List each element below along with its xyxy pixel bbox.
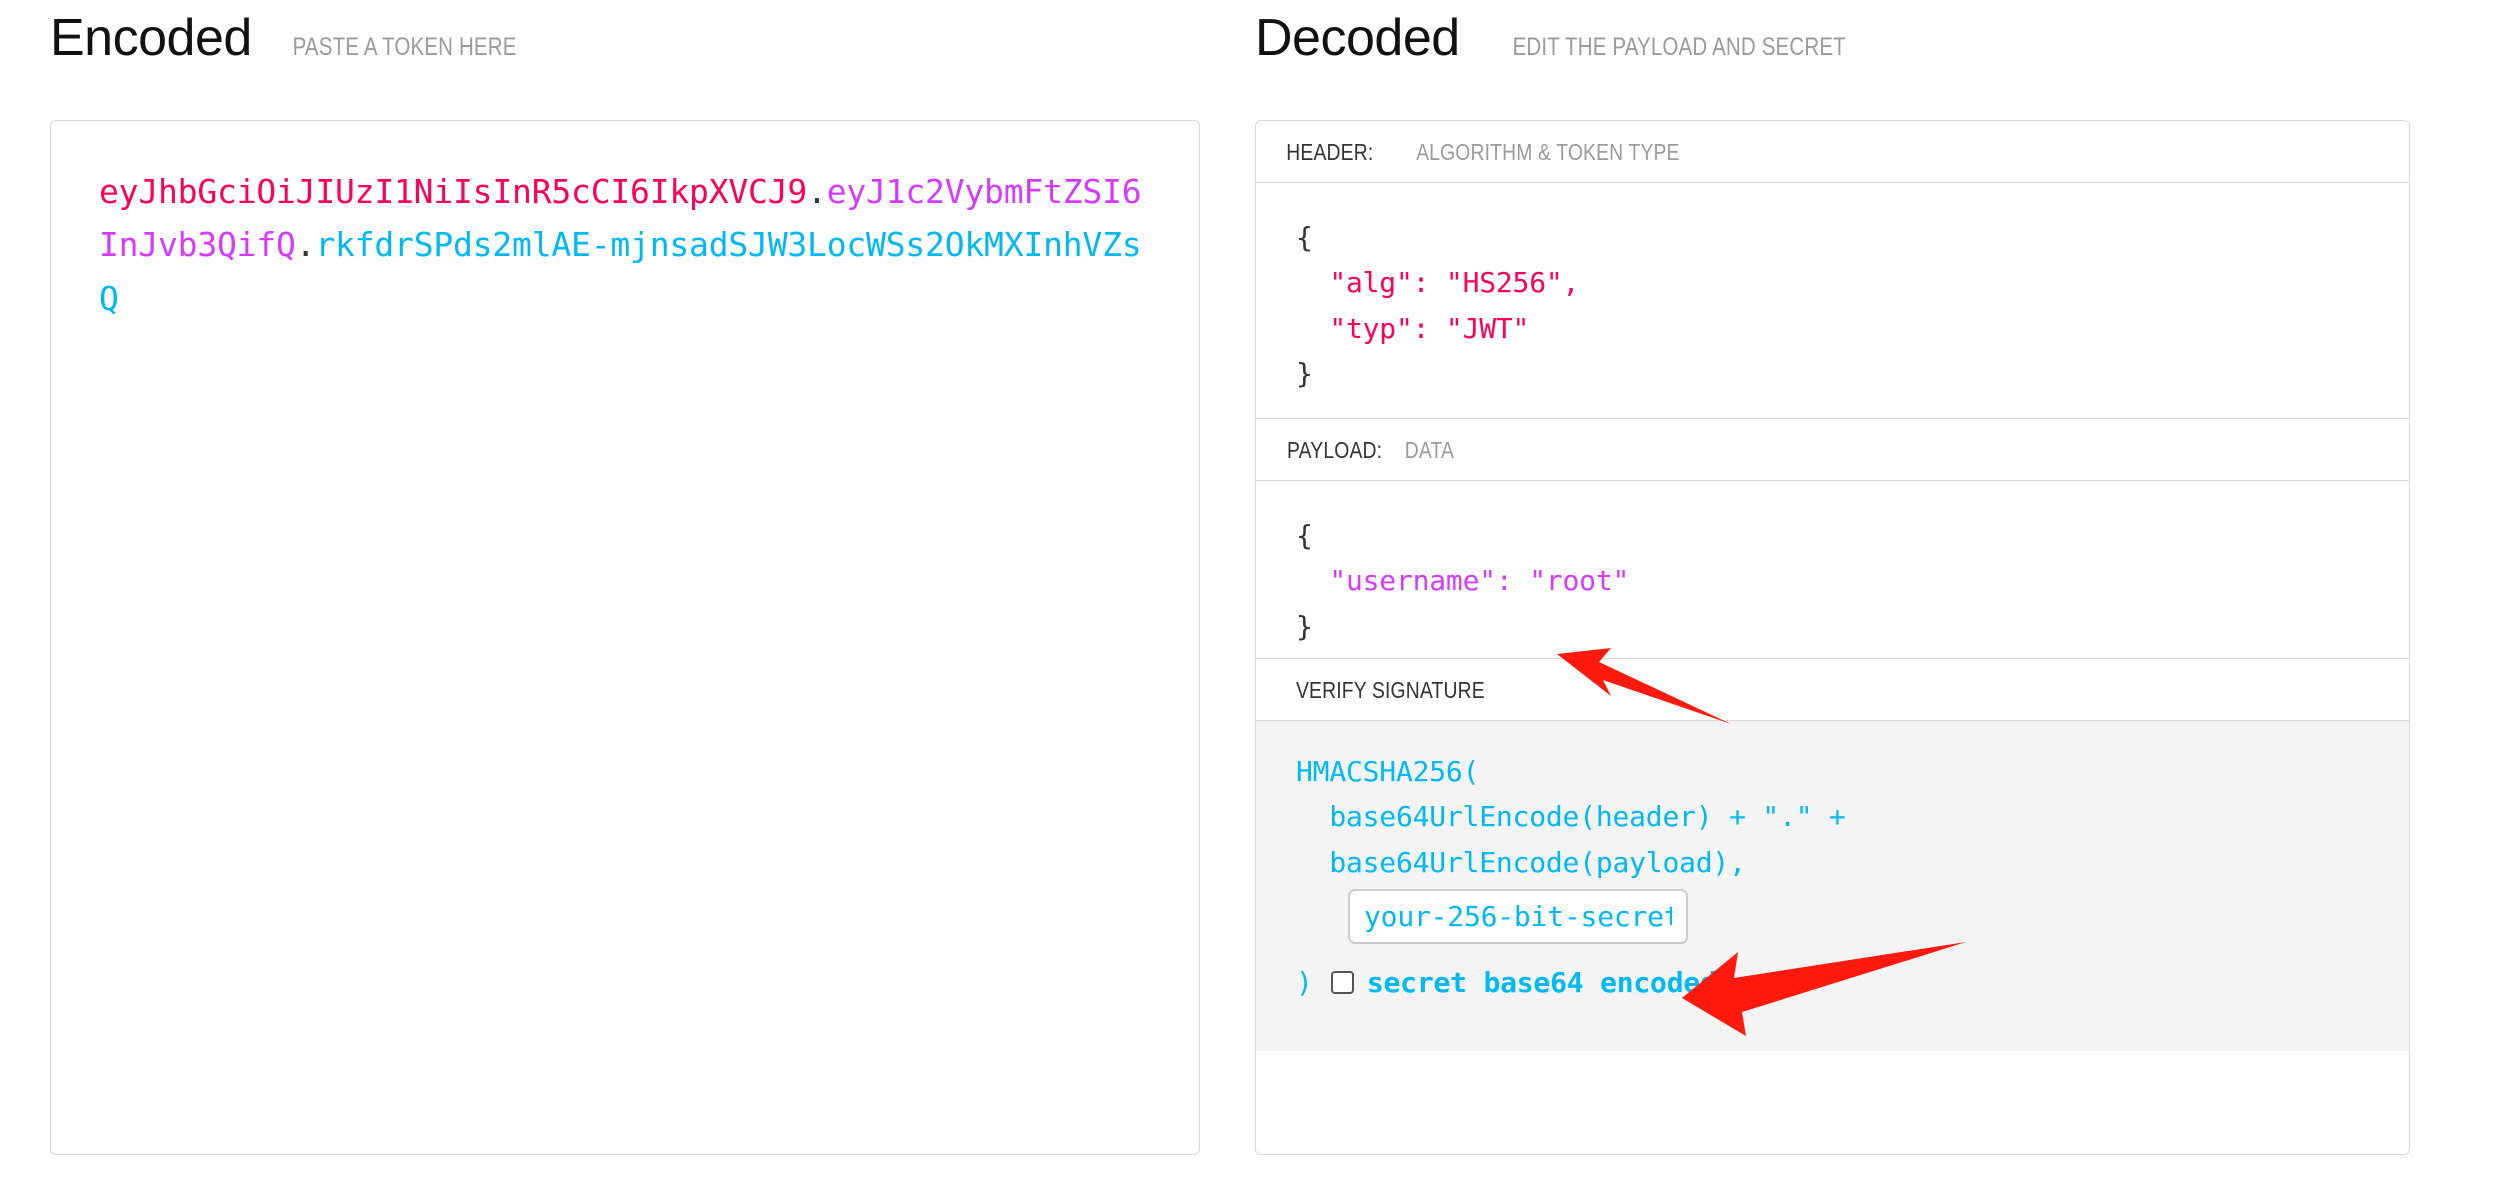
token-input-panel[interactable]: eyJhbGciOiJIUzI1NiIsInR5cCI6IkpXVCJ9.eyJ… — [50, 120, 1200, 1155]
encoded-column: Encoded PASTE A TOKEN HERE eyJhbGciOiJIU… — [50, 0, 1200, 1155]
payload-json-line-1: "username": "root" — [1296, 564, 1630, 598]
payload-json-line-0: { — [1296, 519, 1313, 552]
header-json-line-3: } — [1296, 357, 1313, 391]
payload-json-line-2: } — [1296, 609, 1313, 643]
signature-line-3: base64UrlEncode(payload), — [1296, 845, 1746, 879]
secret-base64-encoded-checkbox[interactable] — [1330, 971, 1354, 995]
header-json-editor[interactable]: { "alg": "HS256", "typ": "JWT" } — [1256, 183, 2409, 419]
header-label-main: HEADER: — [1286, 139, 1374, 165]
decoded-column: Decoded EDIT THE PAYLOAD AND SECRET HEAD… — [1255, 0, 2410, 1155]
header-json-line-1: "alg": "HS256", — [1296, 266, 1580, 300]
payload-label-main: PAYLOAD: — [1287, 437, 1383, 463]
header-section-label: HEADER: ALGORITHM & TOKEN TYPE — [1256, 121, 2409, 183]
secret-base64-encoded-label[interactable]: secret base64 encoded — [1367, 966, 1717, 999]
decoded-title: Decoded — [1255, 9, 1460, 67]
jwt-token-text[interactable]: eyJhbGciOiJIUzI1NiIsInR5cCI6IkpXVCJ9.eyJ… — [99, 165, 1151, 325]
header-label-sub: ALGORITHM & TOKEN TYPE — [1415, 139, 1680, 165]
secret-row — [1348, 889, 2369, 945]
signature-line-1: HMACSHA256( — [1296, 755, 1480, 788]
decoded-subtitle: EDIT THE PAYLOAD AND SECRET — [1512, 33, 1846, 61]
secret-input[interactable] — [1348, 889, 1688, 945]
token-separator-2: . — [295, 225, 316, 265]
signature-line-2: base64UrlEncode(header) + "." + — [1296, 800, 1846, 834]
encoded-title: Encoded — [50, 9, 252, 67]
payload-json-editor[interactable]: { "username": "root" } — [1256, 481, 2409, 659]
payload-section-label: PAYLOAD: DATA — [1256, 419, 2409, 481]
decoded-panel: HEADER: ALGORITHM & TOKEN TYPE { "alg": … — [1255, 120, 2410, 1155]
token-header-segment: eyJhbGciOiJIUzI1NiIsInR5cCI6IkpXVCJ9 — [99, 172, 808, 211]
signature-section-label: VERIFY SIGNATURE — [1256, 659, 2409, 721]
encoded-subtitle: PASTE A TOKEN HERE — [292, 33, 517, 61]
decoded-heading: Decoded EDIT THE PAYLOAD AND SECRET — [1255, 0, 2410, 67]
signature-label-main: VERIFY SIGNATURE — [1295, 677, 1485, 703]
signature-closing-paren: ) — [1296, 966, 1313, 1000]
header-json-line-2: "typ": "JWT" — [1296, 311, 1530, 345]
encoded-heading: Encoded PASTE A TOKEN HERE — [50, 0, 1200, 67]
base64-checkbox-row: ) secret base64 encoded — [1296, 966, 2369, 999]
payload-label-sub: DATA — [1404, 437, 1455, 463]
token-separator-1: . — [807, 172, 827, 211]
signature-verifier: HMACSHA256( base64UrlEncode(header) + ".… — [1256, 721, 2409, 1051]
header-json-line-0: { — [1296, 221, 1313, 254]
